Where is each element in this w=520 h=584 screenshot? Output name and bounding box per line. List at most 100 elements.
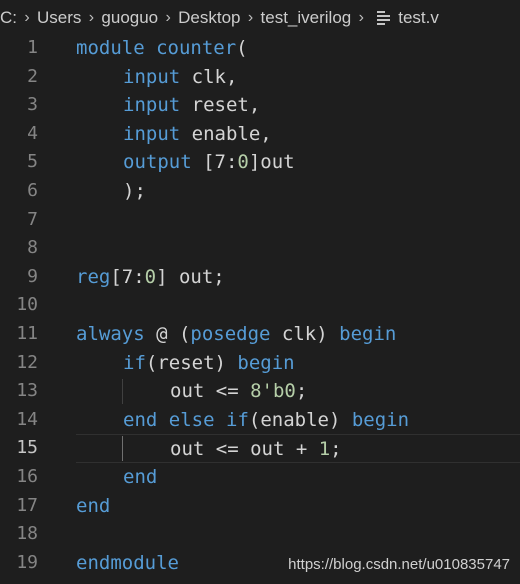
code-text: input reset, bbox=[123, 91, 260, 120]
code-line[interactable]: 4 input enable, bbox=[0, 120, 520, 149]
code-content[interactable]: reg[7:0] out; bbox=[76, 263, 520, 292]
indent-guide bbox=[122, 379, 123, 404]
text-token: (enable) bbox=[248, 408, 352, 431]
code-line[interactable]: 8 bbox=[0, 234, 520, 263]
text-token: ( bbox=[236, 37, 248, 59]
code-content[interactable] bbox=[76, 234, 520, 263]
code-text: end else if(enable) begin bbox=[123, 406, 409, 435]
keyword-token: input bbox=[123, 65, 181, 88]
code-editor[interactable]: 1 module counter(2 input clk, 3 input reset,… bbox=[0, 34, 520, 584]
keyword-token: end bbox=[76, 494, 111, 517]
code-text: reg[7:0] out; bbox=[76, 263, 225, 292]
breadcrumb-item-user[interactable]: guoguo bbox=[101, 8, 158, 28]
watermark-url: https://blog.csdn.net/u010835747 bbox=[288, 556, 510, 573]
code-content[interactable]: output [7:0]out bbox=[76, 148, 520, 177]
keyword-token: end bbox=[123, 408, 158, 431]
code-line[interactable]: 18 bbox=[0, 520, 520, 549]
keyword-token: if bbox=[226, 408, 249, 431]
code-content[interactable]: input clk, bbox=[76, 63, 520, 92]
keyword-token: posedge bbox=[190, 323, 271, 345]
line-number: 6 bbox=[27, 180, 38, 201]
code-content[interactable]: end bbox=[76, 492, 520, 521]
code-line[interactable]: 17 end bbox=[0, 492, 520, 521]
keyword-token: begin bbox=[237, 351, 295, 374]
code-content[interactable]: end bbox=[76, 463, 520, 492]
line-number: 11 bbox=[16, 323, 38, 344]
code-line[interactable]: 6); bbox=[0, 177, 520, 206]
text-token: ] out; bbox=[156, 265, 225, 288]
code-text: input enable, bbox=[123, 120, 272, 149]
breadcrumb-item-file[interactable]: test.v bbox=[398, 8, 439, 28]
breadcrumb: C: › Users › guoguo › Desktop › test_ive… bbox=[0, 0, 520, 36]
code-content[interactable]: ); bbox=[76, 177, 520, 206]
code-content[interactable]: always @ (posedge clk) begin bbox=[76, 320, 520, 349]
code-line[interactable]: 1 module counter( bbox=[0, 34, 520, 63]
line-number: 19 bbox=[16, 551, 38, 573]
code-content[interactable] bbox=[76, 206, 520, 235]
text-token: clk) bbox=[270, 323, 340, 345]
line-number: 14 bbox=[16, 408, 38, 430]
code-line[interactable]: 7 bbox=[0, 206, 520, 235]
keyword-token: begin bbox=[339, 323, 397, 345]
text-token: [7: bbox=[110, 265, 145, 288]
indent-guide bbox=[122, 436, 123, 461]
breadcrumb-item-users[interactable]: Users bbox=[37, 8, 81, 28]
line-number: 15 bbox=[16, 437, 38, 459]
chevron-right-icon: › bbox=[247, 9, 254, 26]
code-content[interactable]: if(reset) begin bbox=[76, 349, 520, 378]
code-content[interactable]: input enable, bbox=[76, 120, 520, 149]
chevron-right-icon: › bbox=[24, 9, 30, 26]
code-line[interactable]: 9 reg[7:0] out; bbox=[0, 263, 520, 292]
text-token: reset, bbox=[180, 94, 261, 117]
keyword-token: module bbox=[76, 37, 145, 59]
code-content[interactable]: out <= 8'b0; bbox=[76, 377, 520, 406]
line-number: 18 bbox=[16, 523, 38, 545]
keyword-token: input bbox=[123, 94, 181, 117]
code-content[interactable]: input reset, bbox=[76, 91, 520, 120]
code-text: module counter( bbox=[76, 34, 248, 63]
code-line[interactable]: 14 end else if(enable) begin bbox=[0, 406, 520, 435]
code-line[interactable]: 5 output [7:0]out bbox=[0, 148, 520, 177]
text-token: ; bbox=[330, 438, 342, 461]
code-line[interactable]: 11 always @ (posedge clk) begin bbox=[0, 320, 520, 349]
text-token: [7: bbox=[191, 151, 238, 174]
breadcrumb-item-drive[interactable]: C: bbox=[0, 8, 17, 28]
text-token: @ ( bbox=[144, 323, 191, 345]
line-number: 3 bbox=[27, 94, 38, 116]
code-text: output [7:0]out bbox=[123, 148, 295, 177]
code-line[interactable]: 2 input clk, bbox=[0, 63, 520, 92]
code-content[interactable] bbox=[76, 291, 520, 320]
number-token: 8'b0 bbox=[250, 380, 296, 403]
keyword-token: output bbox=[123, 151, 192, 174]
text-token: enable, bbox=[180, 122, 272, 145]
text-token: out <= out + bbox=[170, 438, 319, 461]
code-line[interactable]: 16 end bbox=[0, 463, 520, 492]
code-line[interactable]: 10 bbox=[0, 291, 520, 320]
code-line[interactable]: 15 out <= out + 1; bbox=[0, 434, 520, 463]
line-number: 13 bbox=[16, 380, 38, 402]
chevron-right-icon: › bbox=[358, 9, 364, 26]
code-line[interactable]: 12 if(reset) begin bbox=[0, 349, 520, 378]
code-content[interactable]: out <= out + 1; bbox=[76, 434, 520, 463]
text-token: (reset) bbox=[145, 351, 238, 374]
code-content[interactable] bbox=[76, 520, 520, 549]
keyword-token: begin bbox=[351, 408, 410, 431]
code-line[interactable]: 3 input reset, bbox=[0, 91, 520, 120]
code-line[interactable]: 13 out <= 8'b0; bbox=[0, 377, 520, 406]
line-number: 12 bbox=[16, 351, 38, 373]
line-number: 4 bbox=[27, 122, 38, 144]
line-number: 8 bbox=[27, 237, 38, 259]
text-token: ); bbox=[123, 180, 146, 202]
line-number: 7 bbox=[27, 208, 38, 230]
line-number: 17 bbox=[16, 494, 38, 516]
breadcrumb-item-desktop[interactable]: Desktop bbox=[178, 8, 240, 28]
code-content[interactable]: module counter( bbox=[76, 34, 520, 63]
line-number: 10 bbox=[16, 294, 38, 316]
code-text: endmodule bbox=[76, 549, 179, 578]
code-content[interactable]: end else if(enable) begin bbox=[76, 406, 520, 435]
keyword-token: counter bbox=[156, 37, 237, 59]
breadcrumb-item-folder[interactable]: test_iverilog bbox=[261, 8, 352, 28]
code-text: end bbox=[76, 492, 110, 521]
